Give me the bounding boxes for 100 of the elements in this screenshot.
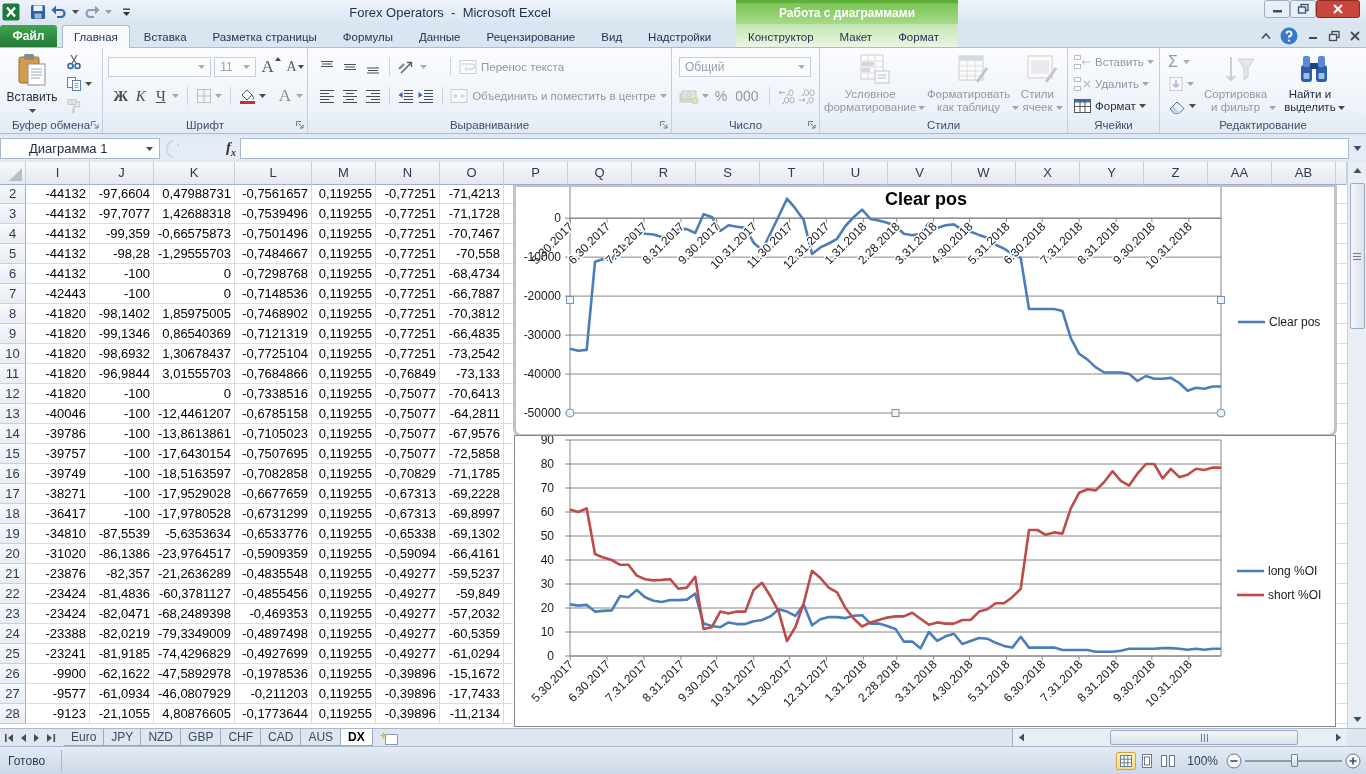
selection-handle-icon[interactable] [566, 296, 574, 304]
italic-button[interactable]: К [132, 86, 150, 106]
sheet-tab[interactable]: AUS [301, 729, 342, 746]
row-header[interactable]: 2 [0, 184, 26, 204]
sheet-tab[interactable]: CHF [221, 729, 262, 746]
column-header[interactable]: Z [1144, 162, 1208, 185]
column-header[interactable]: M [312, 162, 376, 185]
column-header[interactable]: T [760, 162, 824, 185]
zoom-level[interactable]: 100% [1187, 753, 1218, 768]
align-right-icon[interactable] [365, 88, 381, 104]
column-header[interactable]: I [26, 162, 90, 185]
zoom-in-icon[interactable] [1345, 752, 1361, 769]
row-header[interactable]: 20 [0, 544, 26, 564]
column-header[interactable]: R [632, 162, 696, 185]
line-chart[interactable] [513, 184, 1337, 437]
zoom-out-icon[interactable] [1226, 752, 1242, 769]
column-header[interactable]: P [504, 162, 568, 185]
sheet-tab[interactable]: GBP [181, 729, 222, 746]
ribbon-tab[interactable]: Макет [827, 26, 885, 47]
row-header[interactable]: 12 [0, 384, 26, 404]
column-header[interactable]: Q [568, 162, 632, 185]
close-icon[interactable] [1316, 0, 1360, 18]
scrollbar-thumb[interactable] [1349, 183, 1365, 329]
row-header[interactable]: 21 [0, 564, 26, 584]
column-header[interactable]: L [235, 162, 312, 185]
paint-bucket-icon[interactable] [239, 88, 256, 104]
vertical-scrollbar[interactable] [1347, 162, 1366, 728]
column-header[interactable]: J [90, 162, 154, 185]
name-box[interactable]: Диаграмма 1 [0, 138, 160, 159]
row-header[interactable]: 24 [0, 624, 26, 644]
dialog-launcher-icon[interactable] [660, 121, 668, 129]
ribbon-tab[interactable]: Вид [589, 26, 635, 47]
row-header[interactable]: 3 [0, 204, 26, 224]
sheet-tab[interactable]: Euro [64, 729, 105, 746]
column-header[interactable]: Y [1080, 162, 1144, 185]
column-header[interactable]: AA [1208, 162, 1272, 185]
minimize-icon[interactable] [1264, 0, 1290, 18]
spreadsheet-logo-icon[interactable] [2, 3, 20, 21]
selection-handle-icon[interactable] [891, 409, 900, 417]
restore-icon[interactable] [1328, 29, 1340, 42]
row-header[interactable]: 11 [0, 364, 26, 384]
sheet-tab[interactable]: JPY [104, 729, 142, 746]
column-header[interactable]: N [376, 162, 440, 185]
row-header[interactable]: 14 [0, 424, 26, 444]
row-header[interactable]: 26 [0, 664, 26, 684]
customize-icon[interactable] [122, 7, 131, 17]
dialog-launcher-icon[interactable] [296, 121, 304, 129]
format-cells-button[interactable]: Формат [1073, 97, 1155, 115]
new-sheet-icon[interactable] [378, 730, 399, 745]
ribbon-tab[interactable]: Главная [62, 25, 130, 48]
row-header[interactable]: 6 [0, 264, 26, 284]
row-header[interactable]: 8 [0, 304, 26, 324]
sheet-tab[interactable]: DX [341, 729, 373, 746]
ribbon-tab[interactable]: Формулы [330, 26, 405, 47]
row-header[interactable]: 15 [0, 444, 26, 464]
align-left-icon[interactable] [319, 88, 335, 104]
ribbon-tab[interactable]: Данные [406, 26, 473, 47]
scrollbar-thumb[interactable] [1110, 730, 1298, 745]
row-header[interactable]: 23 [0, 604, 26, 624]
row-header[interactable]: 27 [0, 684, 26, 704]
row-header[interactable]: 7 [0, 284, 26, 304]
horizontal-scrollbar[interactable] [1012, 729, 1347, 746]
row-header[interactable]: 28 [0, 704, 26, 724]
row-header[interactable]: 13 [0, 404, 26, 424]
ribbon-tab[interactable]: Формат [886, 26, 951, 47]
restore-icon[interactable] [1290, 0, 1316, 18]
row-header[interactable]: 19 [0, 524, 26, 544]
shrink-font-button[interactable]: A [287, 57, 303, 77]
grow-font-button[interactable]: A [262, 57, 280, 77]
normal-view-button[interactable] [1116, 751, 1137, 770]
row-header[interactable]: 17 [0, 484, 26, 504]
redo-icon[interactable] [84, 4, 100, 20]
column-header[interactable]: X [1016, 162, 1080, 185]
undo-icon[interactable] [51, 4, 67, 20]
row-header[interactable]: 9 [0, 324, 26, 344]
selection-handle-icon[interactable] [565, 408, 575, 418]
column-header[interactable]: V [888, 162, 952, 185]
skip-left-icon[interactable] [3, 731, 15, 744]
row-header[interactable]: 18 [0, 504, 26, 524]
find-select-button[interactable]: Найти и выделить [1284, 53, 1345, 117]
save-icon[interactable] [30, 4, 46, 20]
caret-icon[interactable] [85, 82, 92, 86]
sheet-tab[interactable]: NZD [141, 729, 182, 746]
ribbon-tab[interactable]: Вставка [131, 26, 199, 47]
formula-input[interactable] [240, 138, 1349, 159]
selection-handle-icon[interactable] [1216, 408, 1226, 418]
column-header[interactable]: O [440, 162, 504, 185]
paste-button[interactable]: Вставить [4, 52, 60, 117]
caret-icon[interactable] [72, 10, 79, 14]
skip-right-icon[interactable] [45, 731, 57, 744]
caret-icon[interactable] [1189, 104, 1196, 108]
help-icon[interactable] [1280, 26, 1298, 45]
font-name-field[interactable] [108, 57, 212, 77]
column-header[interactable]: K [154, 162, 235, 185]
align-center-icon[interactable] [342, 88, 358, 104]
underline-button[interactable]: Ч [152, 86, 170, 106]
row-header[interactable]: 16 [0, 464, 26, 484]
file-tab[interactable]: Файл [0, 25, 57, 47]
selection-handle-icon[interactable] [1217, 296, 1225, 304]
row-header[interactable]: 25 [0, 644, 26, 664]
